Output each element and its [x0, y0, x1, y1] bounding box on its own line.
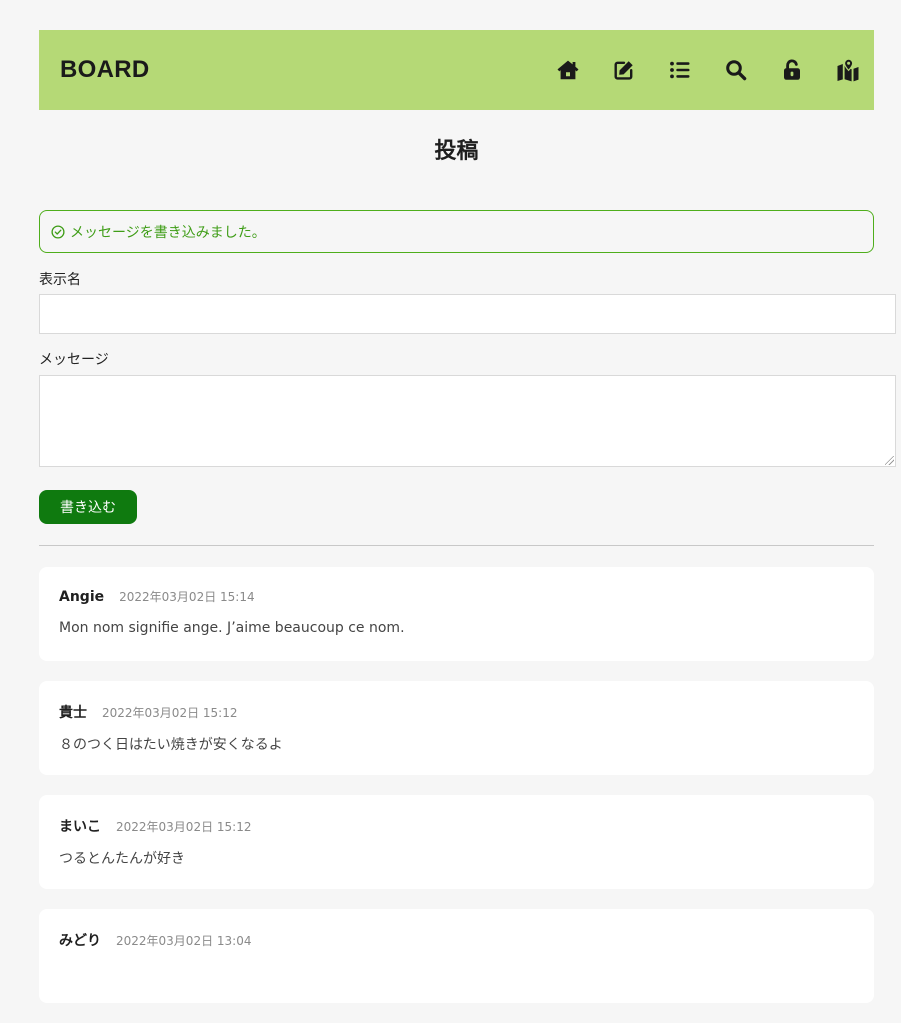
- post-timestamp: 2022年03月02日 15:12: [116, 820, 252, 834]
- page-title: 投稿: [434, 139, 479, 164]
- post-message: Mon nom signifie ange. J’aime beaucoup c…: [59, 620, 405, 636]
- map-icon[interactable]: [836, 58, 860, 82]
- unlock-icon[interactable]: [780, 58, 804, 82]
- resize-handle[interactable]: [885, 456, 894, 465]
- message-textarea[interactable]: [39, 375, 896, 467]
- post-card: 貴士 2022年03月02日 15:12 ８のつく日はたい焼きが安くなるよ: [39, 681, 874, 775]
- post-timestamp: 2022年03月02日 15:14: [119, 590, 255, 604]
- success-alert: メッセージを書き込みました。: [39, 210, 874, 253]
- post-author: みどり: [59, 933, 101, 949]
- site-header: BOARD: [39, 30, 874, 110]
- post-author: まいこ: [59, 819, 101, 835]
- post-list: Angie 2022年03月02日 15:14 Mon nom signifie…: [39, 567, 874, 1003]
- home-icon[interactable]: [556, 58, 580, 82]
- post-timestamp: 2022年03月02日 13:04: [116, 934, 252, 948]
- search-icon[interactable]: [724, 58, 748, 82]
- message-label: メッセージ: [39, 352, 109, 368]
- post-message: つるとんたんが好き: [59, 851, 185, 867]
- check-circle-icon: [51, 224, 65, 239]
- post-author: Angie: [59, 589, 105, 605]
- brand-logo[interactable]: BOARD: [60, 56, 150, 84]
- display-name-label: 表示名: [39, 272, 81, 288]
- submit-button[interactable]: 書き込む: [39, 490, 137, 524]
- post-message: ８のつく日はたい焼きが安くなるよ: [59, 737, 283, 753]
- display-name-input[interactable]: [39, 294, 896, 334]
- divider: [39, 545, 874, 546]
- post-timestamp: 2022年03月02日 15:12: [102, 706, 238, 720]
- edit-icon[interactable]: [612, 58, 636, 82]
- alert-text: メッセージを書き込みました。: [70, 224, 266, 241]
- post-card: みどり 2022年03月02日 13:04: [39, 909, 874, 1003]
- post-card: まいこ 2022年03月02日 15:12 つるとんたんが好き: [39, 795, 874, 889]
- list-icon[interactable]: [668, 58, 692, 82]
- post-author: 貴士: [59, 705, 87, 721]
- page-container: BOARD 投稿 メッセージを書き込みました。 表示名 メッセージ 書き込む A…: [39, 30, 896, 1023]
- header-nav: [556, 58, 860, 82]
- post-card: Angie 2022年03月02日 15:14 Mon nom signifie…: [39, 567, 874, 661]
